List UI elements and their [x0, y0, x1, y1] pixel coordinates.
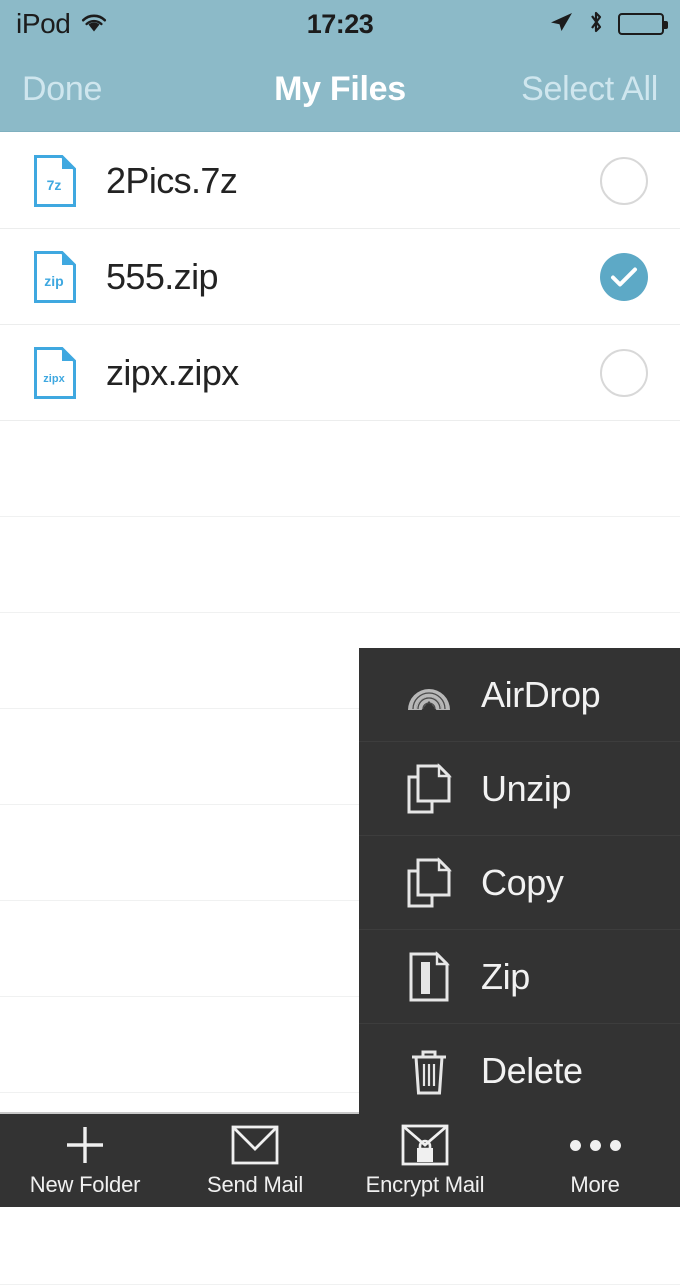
- status-bar: iPod 17:23: [0, 0, 680, 48]
- battery-icon: [618, 13, 668, 35]
- file-type-icon: zip: [33, 250, 77, 304]
- svg-text:zipx: zipx: [43, 373, 65, 385]
- location-arrow-icon: [548, 10, 574, 39]
- menu-item-zip[interactable]: Zip: [359, 930, 680, 1024]
- status-bar-right: [548, 9, 668, 40]
- menu-item-label: Zip: [481, 955, 530, 997]
- file-row[interactable]: zip 555.zip: [0, 229, 680, 325]
- file-row[interactable]: zipx zipx.zipx: [0, 325, 680, 421]
- ellipsis-icon: [569, 1139, 621, 1151]
- empty-row: [0, 421, 680, 517]
- toolbar-button-label: Encrypt Mail: [365, 1172, 485, 1197]
- menu-item-label: Copy: [481, 861, 564, 903]
- action-menu: AirDrop Unzip Copy Zip Delete: [359, 648, 680, 1118]
- ellipsis-icon: [569, 1123, 621, 1167]
- row-checkbox[interactable]: [600, 348, 648, 397]
- navigation-bar: Done My Files Select All: [0, 48, 680, 132]
- copy-documents-icon: [401, 856, 457, 909]
- row-checkbox[interactable]: [600, 156, 648, 205]
- toolbar-button-send-mail[interactable]: Send Mail: [170, 1123, 340, 1198]
- toolbar-button-more[interactable]: More: [510, 1123, 680, 1198]
- bottom-toolbar: New Folder Send Mail Encrypt Mail More: [0, 1112, 680, 1207]
- toolbar-button-new-folder[interactable]: New Folder: [0, 1123, 170, 1198]
- airdrop-icon: [401, 670, 457, 720]
- file-row[interactable]: 7z 2Pics.7z: [0, 133, 680, 229]
- envelope-icon: [231, 1123, 279, 1167]
- file-type-icon: zipx: [33, 346, 77, 400]
- zip-document-icon: [401, 950, 457, 1003]
- row-checkbox-selected[interactable]: [600, 252, 648, 301]
- menu-item-unzip[interactable]: Unzip: [359, 742, 680, 836]
- menu-item-label: Unzip: [481, 767, 572, 809]
- done-button[interactable]: Done: [22, 70, 102, 109]
- menu-item-label: AirDrop: [481, 673, 601, 715]
- menu-item-airdrop[interactable]: AirDrop: [359, 648, 680, 742]
- toolbar-button-label: New Folder: [29, 1172, 141, 1197]
- file-name: 555.zip: [106, 255, 218, 297]
- copy-documents-icon: [401, 762, 457, 815]
- envelope-lock-icon: [401, 1123, 449, 1167]
- file-type-icon: 7z: [33, 154, 77, 208]
- empty-row: [0, 517, 680, 613]
- file-name: 2Pics.7z: [106, 159, 238, 201]
- trash-icon: [401, 1046, 457, 1096]
- toolbar-button-label: More: [570, 1172, 620, 1197]
- menu-item-copy[interactable]: Copy: [359, 836, 680, 930]
- toolbar-button-encrypt-mail[interactable]: Encrypt Mail: [340, 1123, 510, 1198]
- svg-text:7z: 7z: [47, 177, 62, 193]
- toolbar-button-label: Send Mail: [206, 1172, 304, 1197]
- file-name: zipx.zipx: [106, 351, 239, 393]
- select-all-button[interactable]: Select All: [521, 70, 658, 109]
- menu-item-delete[interactable]: Delete: [359, 1024, 680, 1118]
- bluetooth-icon: [587, 9, 605, 40]
- menu-item-label: Delete: [481, 1050, 583, 1091]
- plus-icon: [64, 1123, 106, 1167]
- svg-text:zip: zip: [44, 273, 63, 289]
